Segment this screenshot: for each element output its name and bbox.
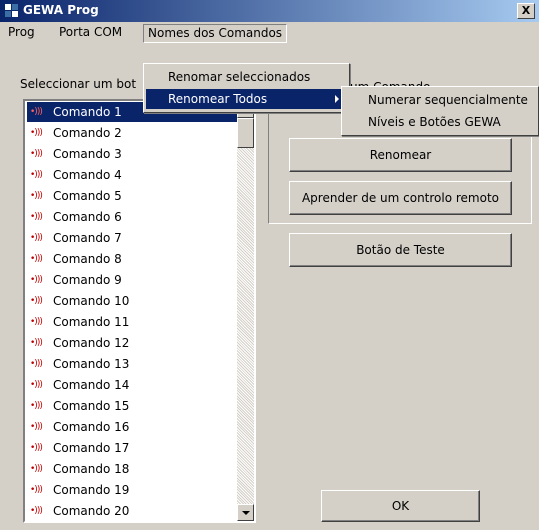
list-item[interactable]: •))) Comando 7 <box>27 228 237 248</box>
list-item[interactable]: •))) Comando 19 <box>27 480 237 500</box>
signal-icon: •))) <box>30 296 43 306</box>
signal-icon: •))) <box>30 149 43 159</box>
menu-prog[interactable]: Prog <box>4 24 39 41</box>
list-item-label: Comando 18 <box>53 462 130 476</box>
list-item[interactable]: •))) Comando 20 <box>27 501 237 521</box>
chevron-down-icon <box>242 511 250 515</box>
list-item[interactable]: •))) Comando 15 <box>27 396 237 416</box>
signal-icon: •))) <box>30 464 43 474</box>
signal-icon: •))) <box>30 275 43 285</box>
list-item-label: Comando 20 <box>53 504 130 518</box>
signal-icon: •))) <box>30 443 43 453</box>
list-item-label: Comando 17 <box>53 441 130 455</box>
scroll-down-button[interactable] <box>237 504 254 521</box>
list-item-label: Comando 11 <box>53 315 130 329</box>
rename-all-submenu: Numerar sequencialmente Níveis e Botões … <box>341 86 539 136</box>
menu-bar: Prog Porta COM Nomes dos Comandos <box>0 22 539 43</box>
signal-icon: •))) <box>30 107 43 117</box>
list-item[interactable]: •))) Comando 13 <box>27 354 237 374</box>
list-item[interactable]: •))) Comando 5 <box>27 186 237 206</box>
signal-icon: •))) <box>30 401 43 411</box>
app-icon <box>5 4 19 18</box>
list-item-label: Comando 16 <box>53 420 130 434</box>
rename-all-item[interactable]: Renomear Todos <box>146 89 347 109</box>
rename-button[interactable]: Renomear <box>289 138 512 172</box>
close-button[interactable]: X <box>517 3 535 19</box>
gewa-levels-buttons-item[interactable]: Níveis e Botões GEWA <box>344 112 536 132</box>
signal-icon: •))) <box>30 233 43 243</box>
number-sequentially-item[interactable]: Numerar sequencialmente <box>344 90 536 110</box>
commands-dropdown: Renomar seleccionados Renomear Todos <box>143 63 350 113</box>
list-item-label: Comando 10 <box>53 294 130 308</box>
list-item[interactable]: •))) Comando 3 <box>27 144 237 164</box>
command-list[interactable]: •))) Comando 1 •))) Comando 2 •))) Comando 3 •… <box>23 99 256 523</box>
list-item-label: Comando 19 <box>53 483 130 497</box>
signal-icon: •))) <box>30 422 43 432</box>
list-item-label: Comando 12 <box>53 336 130 350</box>
signal-icon: •))) <box>30 380 43 390</box>
list-item-label: Comando 4 <box>53 168 122 182</box>
list-item[interactable]: •))) Comando 17 <box>27 438 237 458</box>
rename-selected-item[interactable]: Renomar seleccionados <box>146 67 347 87</box>
list-item[interactable]: •))) Comando 2 <box>27 123 237 143</box>
title-bar: GEWA Prog X <box>0 0 539 22</box>
menu-porta-com[interactable]: Porta COM <box>55 24 126 41</box>
signal-icon: •))) <box>30 254 43 264</box>
ok-button[interactable]: OK <box>321 490 480 522</box>
signal-icon: •))) <box>30 506 43 516</box>
list-item[interactable]: •))) Comando 9 <box>27 270 237 290</box>
chevron-right-icon <box>335 95 339 103</box>
list-item-label: Comando 13 <box>53 357 130 371</box>
list-item-label: Comando 14 <box>53 378 130 392</box>
list-item-label: Comando 7 <box>53 231 122 245</box>
list-item[interactable]: •))) Comando 11 <box>27 312 237 332</box>
list-item-label: Comando 6 <box>53 210 122 224</box>
signal-icon: •))) <box>30 338 43 348</box>
list-item-label: Comando 15 <box>53 399 130 413</box>
list-item[interactable]: •))) Comando 18 <box>27 459 237 479</box>
scroll-thumb[interactable] <box>237 118 254 148</box>
learn-remote-button[interactable]: Aprender de um controlo remoto <box>289 181 512 215</box>
list-item[interactable]: •))) Comando 4 <box>27 165 237 185</box>
list-item-label: Comando 8 <box>53 252 122 266</box>
list-scrollbar[interactable] <box>237 101 254 521</box>
list-item-label: Comando 9 <box>53 273 122 287</box>
list-item[interactable]: •))) Comando 6 <box>27 207 237 227</box>
signal-icon: •))) <box>30 359 43 369</box>
list-item[interactable]: •))) Comando 14 <box>27 375 237 395</box>
test-button[interactable]: Botão de Teste <box>289 233 512 267</box>
list-item-label: Comando 5 <box>53 189 122 203</box>
list-group-label: Seleccionar um bot <box>20 77 137 91</box>
signal-icon: •))) <box>30 317 43 327</box>
signal-icon: •))) <box>30 485 43 495</box>
signal-icon: •))) <box>30 212 43 222</box>
list-item[interactable]: •))) Comando 10 <box>27 291 237 311</box>
window-title: GEWA Prog <box>23 3 99 17</box>
list-item[interactable]: •))) Comando 16 <box>27 417 237 437</box>
menu-nomes-dos-comandos[interactable]: Nomes dos Comandos <box>143 24 288 43</box>
signal-icon: •))) <box>30 191 43 201</box>
signal-icon: •))) <box>30 170 43 180</box>
list-item[interactable]: •))) Comando 12 <box>27 333 237 353</box>
list-item[interactable]: •))) Comando 8 <box>27 249 237 269</box>
signal-icon: •))) <box>30 128 43 138</box>
list-item-label: Comando 1 <box>53 105 122 119</box>
list-item-label: Comando 3 <box>53 147 122 161</box>
list-item-label: Comando 2 <box>53 126 122 140</box>
